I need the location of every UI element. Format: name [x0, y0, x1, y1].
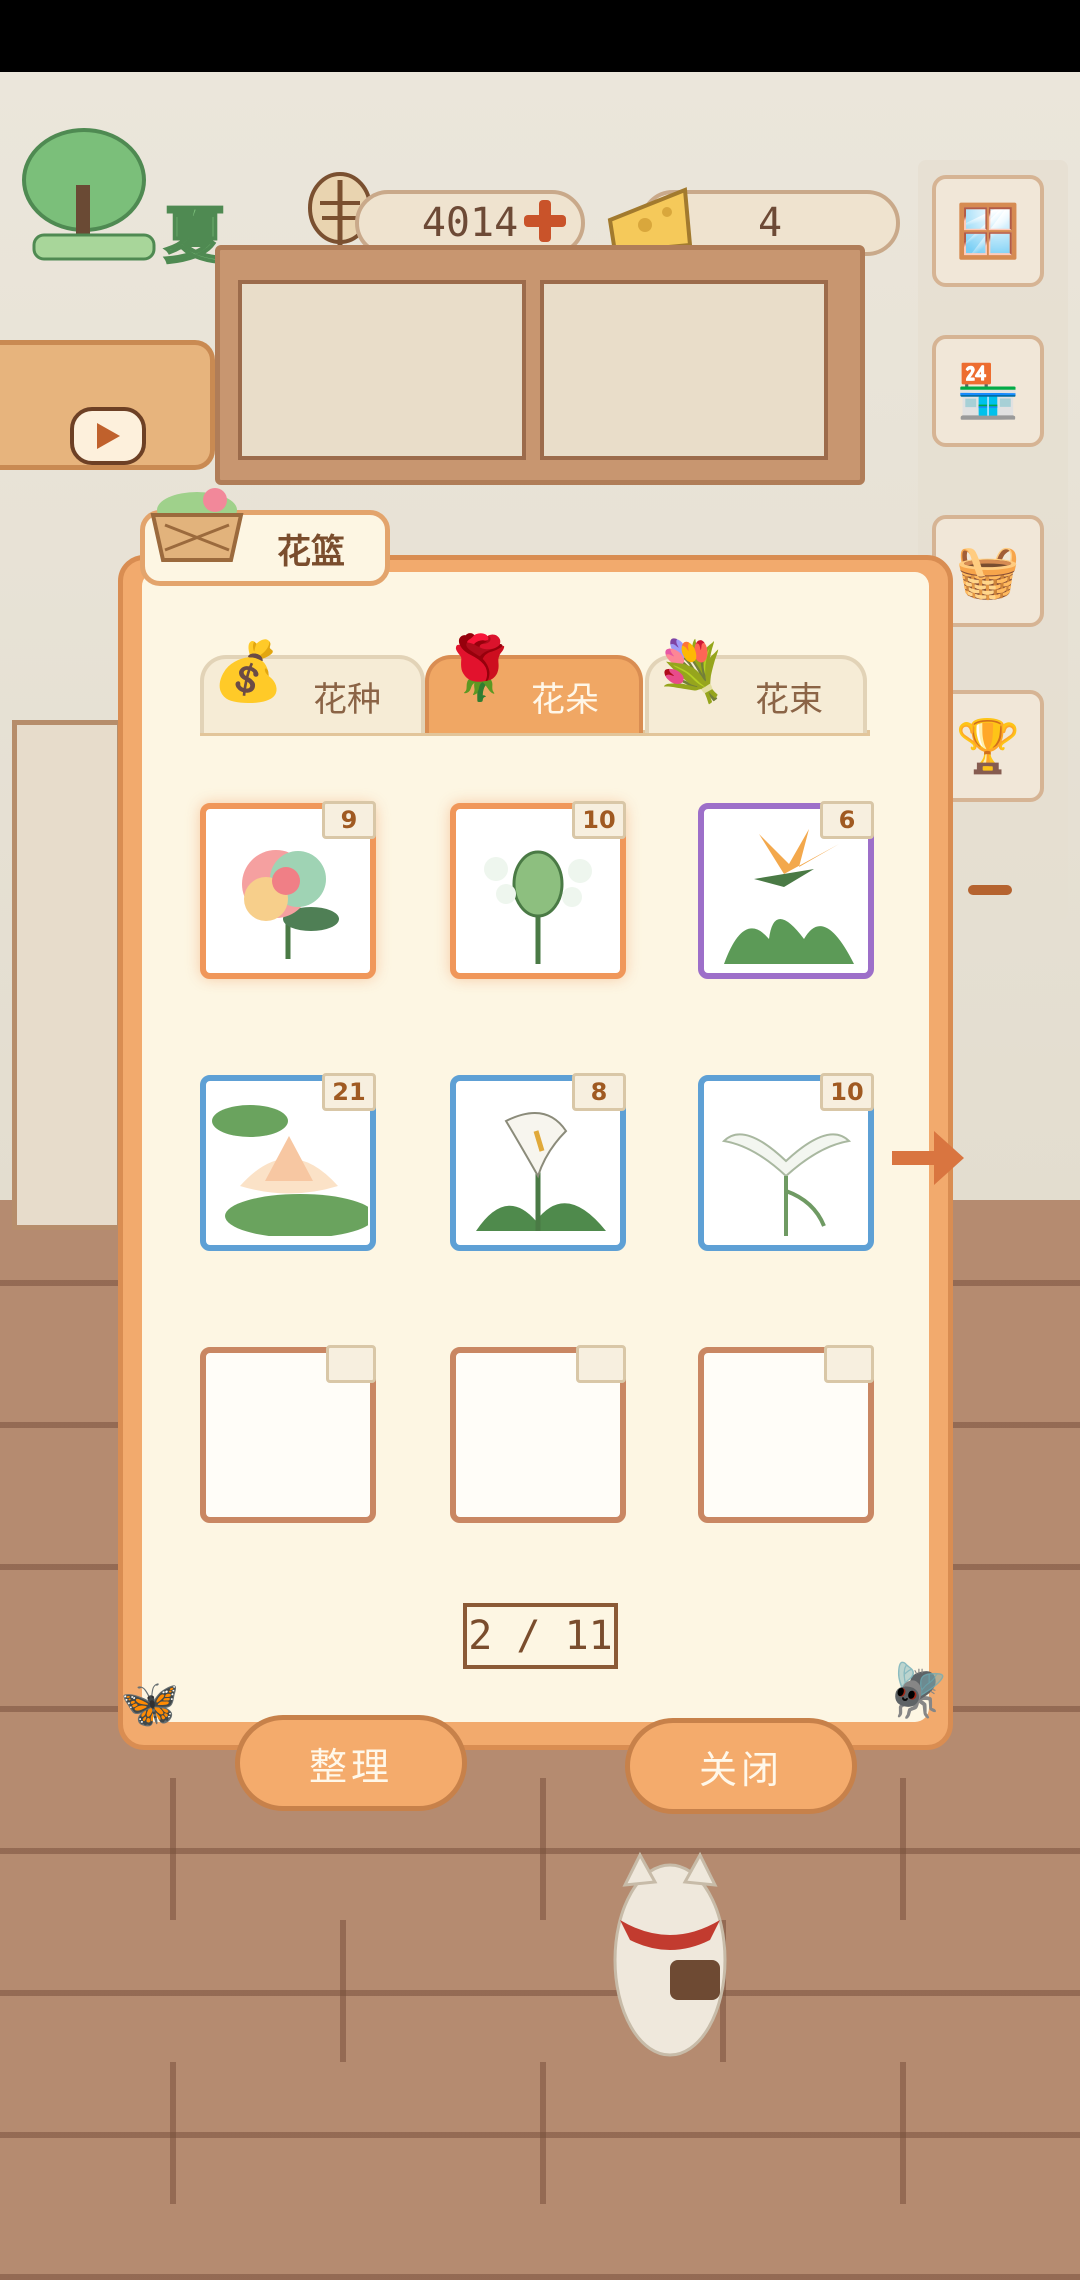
- flower-slot[interactable]: 6: [698, 801, 874, 979]
- empty-badge: [824, 1345, 874, 1383]
- play-icon: [70, 407, 146, 465]
- empty-badge: [576, 1345, 626, 1383]
- bird-of-paradise-icon: [724, 829, 854, 964]
- tab-flowers[interactable]: 🌹 花朵: [425, 631, 643, 733]
- plus-icon: [524, 200, 566, 242]
- flower-slot[interactable]: 10: [450, 801, 626, 979]
- video-reward-button[interactable]: [0, 340, 215, 470]
- white-bud-flower-icon: [484, 850, 592, 964]
- flower-slot[interactable]: 10: [698, 1073, 874, 1251]
- display-shelf: [215, 245, 865, 485]
- item-count-badge: 6: [820, 801, 874, 839]
- basket-icon: 🧺: [955, 541, 1021, 602]
- season-badge[interactable]: 夏: [14, 125, 249, 273]
- bouquet-icon: 💐: [655, 637, 728, 705]
- flower-slot[interactable]: 8: [450, 1073, 626, 1251]
- water-lily-icon: [212, 1105, 368, 1236]
- shop-button[interactable]: 🏪: [932, 335, 1044, 447]
- sort-button[interactable]: 整理: [235, 1715, 467, 1811]
- empty-slot[interactable]: [698, 1345, 874, 1523]
- empty-slot[interactable]: [450, 1345, 626, 1523]
- item-count-badge: 9: [322, 801, 376, 839]
- butterfly-icon: 🦋: [120, 1676, 180, 1732]
- arrow-right-icon: [892, 1131, 964, 1185]
- window-icon: 🪟: [955, 201, 1021, 262]
- bookshelf: [12, 720, 122, 1230]
- window-button[interactable]: 🪟: [932, 175, 1044, 287]
- item-count-badge: 8: [572, 1073, 626, 1111]
- item-count-badge: 21: [322, 1073, 376, 1111]
- tab-seeds-label: 花种: [313, 679, 381, 720]
- white-egret-orchid-icon: [721, 1133, 852, 1236]
- add-fish-button[interactable]: [520, 196, 570, 246]
- rose-icon: 🌹: [441, 631, 519, 704]
- close-button[interactable]: 关闭: [625, 1718, 857, 1814]
- dialog-title-text: 花篮: [277, 531, 345, 572]
- item-count-badge: 10: [572, 801, 626, 839]
- tab-bouquets-label: 花束: [755, 679, 823, 720]
- cat-character: [600, 1810, 740, 2080]
- tab-bouquets[interactable]: 💐 花束: [645, 637, 867, 733]
- empty-badge: [326, 1345, 376, 1383]
- seed-bag-icon: 💰: [212, 637, 285, 705]
- page-indicator: 2 / 11: [463, 1603, 618, 1669]
- collapse-handle[interactable]: [968, 885, 1012, 895]
- status-bar: [0, 0, 1080, 72]
- flower-basket-icon: [145, 470, 250, 570]
- rainbow-peony-icon: [242, 850, 339, 959]
- flower-slot[interactable]: 21: [200, 1073, 376, 1251]
- trophy-icon: 🏆: [955, 716, 1021, 777]
- calla-lily-icon: [476, 1112, 606, 1231]
- empty-slot[interactable]: [200, 1345, 376, 1523]
- flower-slot[interactable]: 9: [200, 801, 376, 979]
- item-count-badge: 10: [820, 1073, 874, 1111]
- dragonfly-icon: 🪰: [885, 1661, 950, 1721]
- next-page-arrow[interactable]: [888, 1125, 968, 1191]
- tab-flowers-label: 花朵: [531, 679, 599, 720]
- tab-seeds[interactable]: 💰 花种: [200, 637, 425, 733]
- shop-stall-icon: 🏪: [955, 361, 1021, 422]
